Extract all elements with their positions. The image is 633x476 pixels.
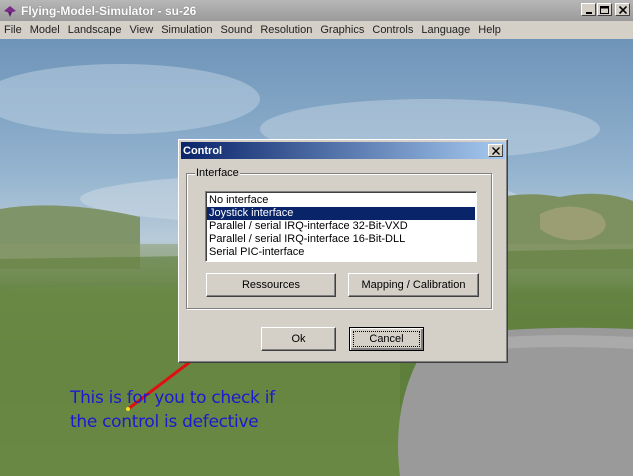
resources-button[interactable]: Ressources [206,273,336,297]
dialog-title: Control [183,144,223,157]
cancel-button[interactable]: Cancel [349,327,424,351]
maximize-button[interactable] [597,3,612,16]
list-item-selected[interactable]: Joystick interface [207,207,475,220]
menu-graphics[interactable]: Graphics [316,24,368,36]
window-title: Flying-Model-Simulator - su-26 [21,3,197,18]
resources-button-label: Ressources [241,279,301,291]
dialog-close-button[interactable] [488,144,503,157]
window-titlebar[interactable]: Flying-Model-Simulator - su-26 [0,0,633,21]
menu-help[interactable]: Help [474,24,505,36]
close-button[interactable] [615,3,630,16]
menu-resolution[interactable]: Resolution [256,24,316,36]
annotation-line-1: This is for you to check if [70,388,275,408]
focus-rect [353,331,420,347]
ok-button[interactable]: Ok [261,327,336,351]
interface-group-label: Interface [195,167,240,179]
list-item[interactable]: Parallel / serial IRQ-interface 32-Bit-V… [207,220,475,233]
mapping-calibration-button-label: Mapping / Calibration [361,279,466,291]
close-icon [491,146,500,155]
menu-bar: File Model Landscape View Simulation Sou… [0,21,633,39]
dialog-titlebar[interactable]: Control [181,142,505,159]
maximize-icon [600,5,609,14]
menu-language[interactable]: Language [417,24,474,36]
menu-controls[interactable]: Controls [368,24,417,36]
menu-landscape[interactable]: Landscape [64,24,126,36]
menu-view[interactable]: View [126,24,158,36]
minimize-button[interactable] [581,3,596,16]
ok-button-label: Ok [291,333,306,345]
menu-file[interactable]: File [0,24,26,36]
annotation-line-2: the control is defective [70,412,259,432]
menu-sound[interactable]: Sound [217,24,257,36]
interface-listbox[interactable]: No interface Joystick interface Parallel… [205,191,477,262]
list-item[interactable]: Serial PIC-interface [207,246,475,259]
menu-simulation[interactable]: Simulation [157,24,216,36]
menu-model[interactable]: Model [26,24,64,36]
minimize-icon [585,11,592,14]
mapping-calibration-button[interactable]: Mapping / Calibration [348,273,479,297]
app-icon[interactable] [3,4,17,18]
close-icon [618,5,627,14]
list-item[interactable]: Parallel / serial IRQ-interface 16-Bit-D… [207,233,475,246]
list-item[interactable]: No interface [207,194,475,207]
annotation-text: This is for you to check if the control … [70,386,330,434]
